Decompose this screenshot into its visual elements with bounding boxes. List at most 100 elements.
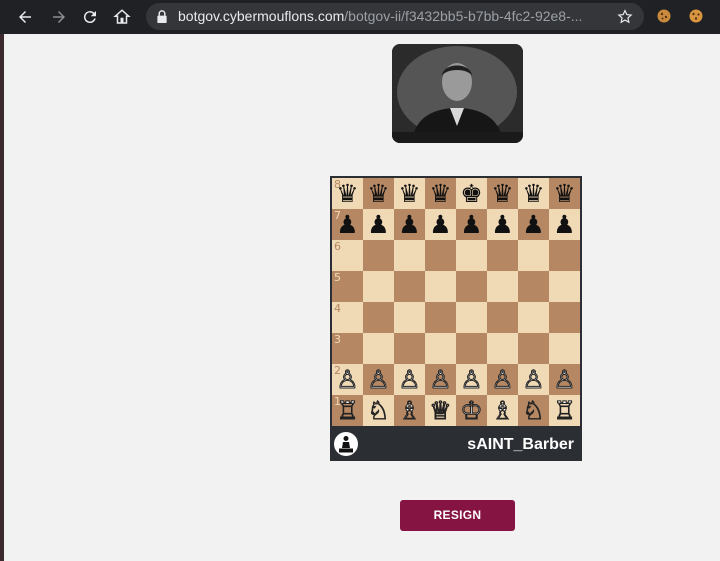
square-a1[interactable]: 1 ♖ [332, 395, 363, 426]
extension-cookie-editor-icon[interactable] [688, 8, 704, 24]
square-d1[interactable]: ♕ [425, 395, 456, 426]
black-pawn-piece[interactable]: ♟ [429, 209, 451, 240]
square-a5[interactable]: 5 [332, 271, 363, 302]
black-queen-piece[interactable]: ♛ [553, 178, 575, 209]
white-knight-piece[interactable]: ♘ [367, 395, 390, 426]
square-d6[interactable] [425, 240, 456, 271]
square-c8[interactable]: ♛ [394, 178, 425, 209]
square-a6[interactable]: 6 [332, 240, 363, 271]
white-pawn-piece[interactable]: ♙ [553, 364, 576, 395]
square-b1[interactable]: ♘ [363, 395, 394, 426]
square-c2[interactable]: ♙ [394, 364, 425, 395]
black-queen-piece[interactable]: ♛ [367, 178, 389, 209]
address-bar[interactable]: botgov.cybermouflons.com/botgov-ii/f3432… [146, 3, 644, 30]
square-h6[interactable] [549, 240, 580, 271]
square-e8[interactable]: ♚ [456, 178, 487, 209]
square-g7[interactable]: ♟ [518, 209, 549, 240]
square-e5[interactable] [456, 271, 487, 302]
white-pawn-piece[interactable]: ♙ [367, 364, 390, 395]
square-c1[interactable]: ♗ [394, 395, 425, 426]
square-g1[interactable]: ♘ [518, 395, 549, 426]
square-d7[interactable]: ♟ [425, 209, 456, 240]
square-e7[interactable]: ♟ [456, 209, 487, 240]
black-queen-piece[interactable]: ♛ [398, 178, 420, 209]
resign-button[interactable]: RESIGN [400, 500, 515, 531]
white-bishop-piece[interactable]: ♗ [491, 395, 514, 426]
square-c3[interactable] [394, 333, 425, 364]
black-pawn-piece[interactable]: ♟ [522, 209, 544, 240]
white-pawn-piece[interactable]: ♙ [429, 364, 452, 395]
extension-cookie-icon[interactable] [656, 8, 672, 24]
square-b2[interactable]: ♙ [363, 364, 394, 395]
square-f2[interactable]: ♙ [487, 364, 518, 395]
chess-board[interactable]: 8 ♛ ♛ ♛ ♛ ♚ ♛ ♛ ♛ 7 ♟ ♟ ♟ ♟ ♟ ♟ ♟ ♟ 6 5 4 3 2 ♙ ♙ ♙ ♙ ♙ ♙ ♙ ♙ 1 ♖ ♘ ♗ ♕ ♔ ♗ ♘ ♖ [332, 178, 580, 426]
lock-icon[interactable] [156, 10, 168, 23]
square-b3[interactable] [363, 333, 394, 364]
white-queen-piece[interactable]: ♕ [429, 395, 452, 426]
square-h3[interactable] [549, 333, 580, 364]
square-g6[interactable] [518, 240, 549, 271]
square-c6[interactable] [394, 240, 425, 271]
square-g3[interactable] [518, 333, 549, 364]
square-a2[interactable]: 2 ♙ [332, 364, 363, 395]
square-f4[interactable] [487, 302, 518, 333]
square-b8[interactable]: ♛ [363, 178, 394, 209]
square-e2[interactable]: ♙ [456, 364, 487, 395]
square-f3[interactable] [487, 333, 518, 364]
square-f5[interactable] [487, 271, 518, 302]
square-g5[interactable] [518, 271, 549, 302]
square-a4[interactable]: 4 [332, 302, 363, 333]
square-b5[interactable] [363, 271, 394, 302]
black-pawn-piece[interactable]: ♟ [491, 209, 513, 240]
bookmark-star-icon[interactable] [616, 8, 634, 26]
square-f7[interactable]: ♟ [487, 209, 518, 240]
black-pawn-piece[interactable]: ♟ [460, 209, 482, 240]
reload-icon[interactable] [79, 6, 101, 28]
square-h7[interactable]: ♟ [549, 209, 580, 240]
black-queen-piece[interactable]: ♛ [429, 178, 451, 209]
square-e1[interactable]: ♔ [456, 395, 487, 426]
forward-arrow-icon[interactable] [48, 6, 70, 28]
square-e3[interactable] [456, 333, 487, 364]
square-h1[interactable]: ♖ [549, 395, 580, 426]
square-h5[interactable] [549, 271, 580, 302]
square-a8[interactable]: 8 ♛ [332, 178, 363, 209]
square-e4[interactable] [456, 302, 487, 333]
square-c4[interactable] [394, 302, 425, 333]
square-g8[interactable]: ♛ [518, 178, 549, 209]
white-pawn-piece[interactable]: ♙ [522, 364, 545, 395]
square-b4[interactable] [363, 302, 394, 333]
white-king-piece[interactable]: ♔ [460, 395, 483, 426]
square-d8[interactable]: ♛ [425, 178, 456, 209]
white-pawn-piece[interactable]: ♙ [398, 364, 421, 395]
white-pawn-piece[interactable]: ♙ [460, 364, 483, 395]
square-h2[interactable]: ♙ [549, 364, 580, 395]
black-king-piece[interactable]: ♚ [460, 178, 482, 209]
square-c5[interactable] [394, 271, 425, 302]
url-text[interactable]: botgov.cybermouflons.com/botgov-ii/f3432… [178, 3, 608, 30]
square-b7[interactable]: ♟ [363, 209, 394, 240]
black-pawn-piece[interactable]: ♟ [367, 209, 389, 240]
black-queen-piece[interactable]: ♛ [491, 178, 513, 209]
square-a3[interactable]: 3 [332, 333, 363, 364]
square-a7[interactable]: 7 ♟ [332, 209, 363, 240]
square-d2[interactable]: ♙ [425, 364, 456, 395]
square-f8[interactable]: ♛ [487, 178, 518, 209]
white-knight-piece[interactable]: ♘ [522, 395, 545, 426]
square-e6[interactable] [456, 240, 487, 271]
square-g2[interactable]: ♙ [518, 364, 549, 395]
home-icon[interactable] [111, 6, 133, 28]
square-d4[interactable] [425, 302, 456, 333]
square-c7[interactable]: ♟ [394, 209, 425, 240]
square-g4[interactable] [518, 302, 549, 333]
back-arrow-icon[interactable] [14, 6, 36, 28]
square-f1[interactable]: ♗ [487, 395, 518, 426]
white-bishop-piece[interactable]: ♗ [398, 395, 421, 426]
black-pawn-piece[interactable]: ♟ [398, 209, 420, 240]
square-d3[interactable] [425, 333, 456, 364]
square-h8[interactable]: ♛ [549, 178, 580, 209]
square-f6[interactable] [487, 240, 518, 271]
white-pawn-piece[interactable]: ♙ [491, 364, 514, 395]
black-queen-piece[interactable]: ♛ [522, 178, 544, 209]
square-h4[interactable] [549, 302, 580, 333]
